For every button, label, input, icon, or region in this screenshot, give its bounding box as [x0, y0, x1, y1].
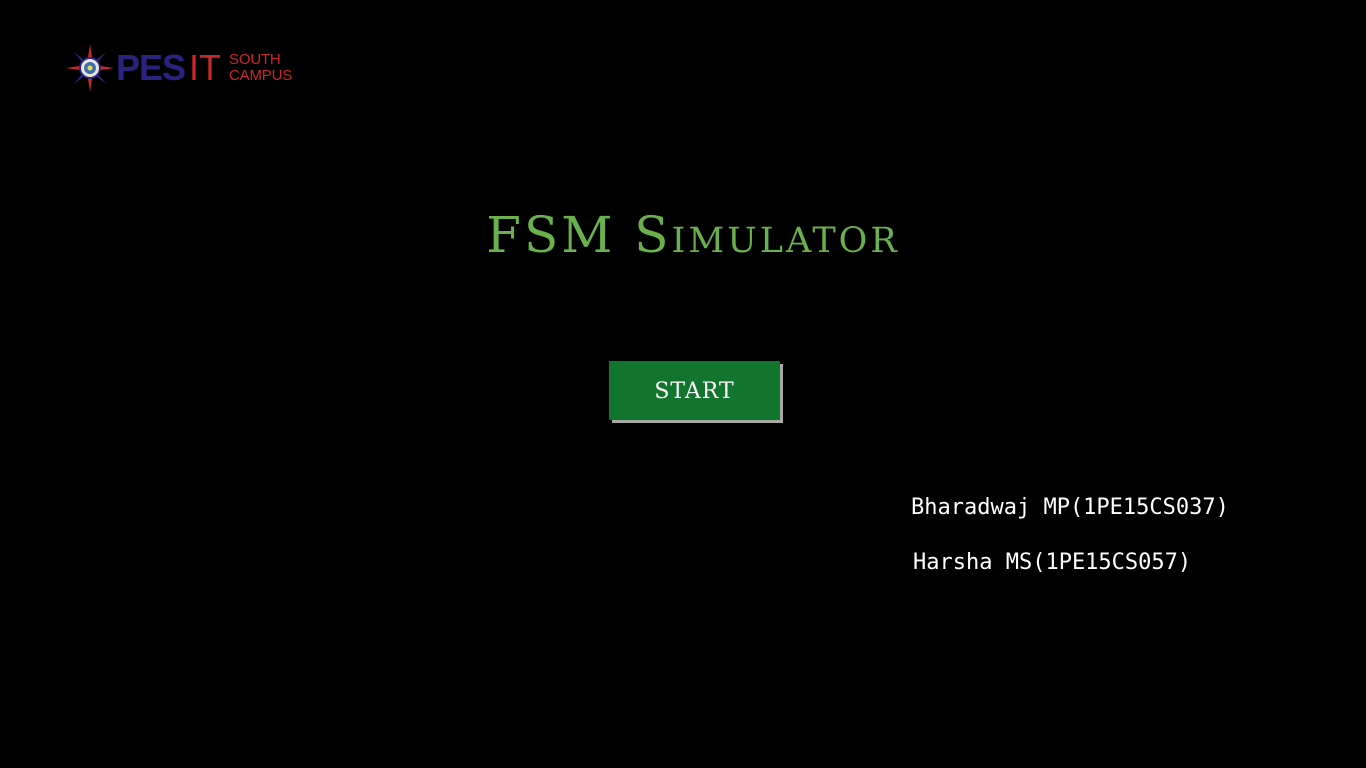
splash-screen: PES IT SOUTH CAMPUS FSM Simulator START …	[0, 0, 1366, 768]
author-line-2: Harsha MS(1PE15CS057)	[913, 550, 1192, 575]
pesit-logo: PES IT SOUTH CAMPUS	[66, 44, 292, 92]
author-line-1: Bharadwaj MP(1PE15CS037)	[911, 495, 1229, 520]
compass-star-emblem-icon	[66, 44, 114, 92]
logo-subtitle: SOUTH CAMPUS	[229, 52, 292, 84]
logo-subtitle-line2: CAMPUS	[229, 67, 293, 84]
start-button[interactable]: START	[609, 361, 780, 420]
app-title: FSM Simulator	[486, 206, 900, 264]
logo-brand-it: IT	[189, 47, 222, 88]
logo-brand-pes: PES	[116, 47, 186, 88]
logo-subtitle-line1: SOUTH	[229, 51, 281, 68]
logo-wordmark: PES IT SOUTH CAMPUS	[116, 50, 292, 86]
